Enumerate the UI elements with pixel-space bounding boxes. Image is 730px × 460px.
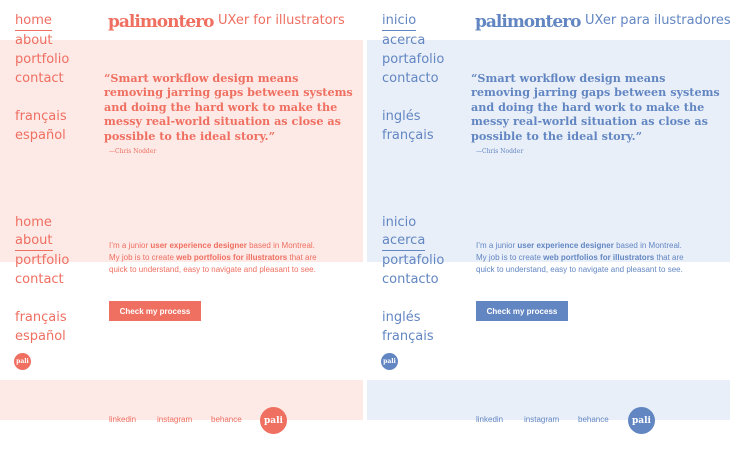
nav-item-english[interactable]: inglés xyxy=(382,107,421,126)
intro-highlight: web portfolios for illustrators xyxy=(176,252,288,262)
intro-paragraph: I’m a junior user experience designer ba… xyxy=(476,240,692,275)
site-logo[interactable]: palimontero xyxy=(475,12,581,32)
intro-highlight: web portfolios for illustrators xyxy=(543,252,655,262)
instagram-link[interactable]: instagram xyxy=(157,415,192,424)
secondary-nav: home about portfolio contact français es… xyxy=(15,213,69,346)
intro-highlight: user experience designer xyxy=(150,241,247,250)
footer-background xyxy=(0,380,363,420)
secondary-nav: inicio acerca portafolio contacto inglés… xyxy=(382,213,444,346)
nav-item-inicio[interactable]: inicio xyxy=(382,12,417,31)
pali-footer-logo-icon[interactable]: pali xyxy=(260,407,287,434)
intro-highlight: user experience designer xyxy=(517,241,614,250)
nav-item-portafolio[interactable]: portafolio xyxy=(382,251,444,270)
instagram-link[interactable]: instagram xyxy=(524,415,559,424)
quote-author: —Chris Nodder xyxy=(109,148,157,155)
nav-item-acerca[interactable]: acerca xyxy=(382,31,425,50)
nav-spacer xyxy=(15,289,69,308)
nav-item-french[interactable]: français xyxy=(15,308,67,327)
nav-item-french[interactable]: français xyxy=(382,327,434,346)
intro-text: I’m a junior xyxy=(476,241,518,250)
nav-item-contact[interactable]: contact xyxy=(15,270,64,289)
nav-item-inicio[interactable]: inicio xyxy=(382,213,416,232)
nav-item-contacto[interactable]: contacto xyxy=(382,270,439,289)
nav-item-english[interactable]: inglés xyxy=(382,308,421,327)
nav-item-spanish[interactable]: español xyxy=(15,126,66,145)
site-tagline: UXer for illustrators xyxy=(218,13,345,28)
intro-paragraph: I’m a junior user experience designer ba… xyxy=(109,240,325,275)
nav-item-home[interactable]: home xyxy=(15,12,52,31)
site-logo[interactable]: palimontero xyxy=(108,12,214,32)
spanish-mockup: inicio acerca portafolio contacto inglés… xyxy=(367,0,730,460)
check-process-button[interactable]: Check my process xyxy=(109,301,201,321)
nav-spacer xyxy=(382,88,444,107)
nav-item-acerca[interactable]: acerca xyxy=(382,232,426,251)
nav-item-about[interactable]: about xyxy=(15,31,53,50)
intro-text: I’m a junior xyxy=(109,241,151,250)
nav-item-portafolio[interactable]: portafolio xyxy=(382,50,444,69)
nav-item-about[interactable]: about xyxy=(15,232,53,251)
site-tagline: UXer para ilustradores xyxy=(585,13,730,28)
quote-text: “Smart workflow design means removing ja… xyxy=(471,71,720,143)
nav-item-french[interactable]: français xyxy=(15,107,67,126)
pali-badge-icon[interactable]: pali xyxy=(14,353,31,370)
behance-link[interactable]: behance xyxy=(578,415,609,424)
nav-item-portfolio[interactable]: portfolio xyxy=(15,50,69,69)
pali-badge-icon[interactable]: pali xyxy=(381,353,398,370)
linkedin-link[interactable]: linkedin xyxy=(109,415,136,424)
check-process-button[interactable]: Check my process xyxy=(476,301,568,321)
pali-footer-logo-icon[interactable]: pali xyxy=(628,407,655,434)
english-mockup: home about portfolio contact français es… xyxy=(0,0,363,460)
quote-text: “Smart workflow design means removing ja… xyxy=(104,71,353,143)
main-nav: home about portfolio contact français es… xyxy=(15,12,69,145)
nav-item-home[interactable]: home xyxy=(15,213,52,232)
behance-link[interactable]: behance xyxy=(211,415,242,424)
nav-item-contact[interactable]: contact xyxy=(15,69,64,88)
nav-item-portfolio[interactable]: portfolio xyxy=(15,251,69,270)
nav-item-spanish[interactable]: español xyxy=(15,327,66,346)
linkedin-link[interactable]: linkedin xyxy=(476,415,503,424)
nav-item-french[interactable]: français xyxy=(382,126,434,145)
nav-spacer xyxy=(382,289,444,308)
footer-background xyxy=(367,380,730,420)
nav-item-contacto[interactable]: contacto xyxy=(382,69,439,88)
quote-author: —Chris Nodder xyxy=(476,148,524,155)
nav-spacer xyxy=(15,88,69,107)
main-nav: inicio acerca portafolio contacto inglés… xyxy=(382,12,444,145)
